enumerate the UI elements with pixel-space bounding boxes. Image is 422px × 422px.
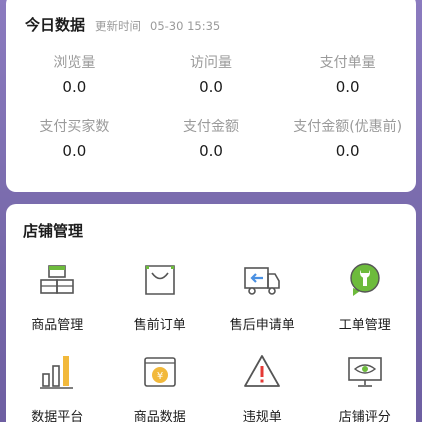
grid-item-label: 售后申请单	[229, 318, 295, 333]
data-platform-button[interactable]: 数据平台	[6, 348, 109, 422]
wrench-icon	[345, 260, 385, 300]
grid-row: 商品管理 售前订单 售后申请单 工单管理	[6, 256, 416, 348]
stat-value: 0.0	[62, 142, 87, 160]
grid-item-label: 数据平台	[31, 410, 84, 422]
shopping-bag-icon	[140, 260, 180, 300]
update-time-label: 更新时间	[95, 19, 142, 33]
shop-tools-grid: 商品管理 售前订单 售后申请单 工单管理 数据平台 ¥ 商品数据 违规单 店铺评…	[6, 256, 416, 422]
grid-item-label: 店铺评分	[338, 410, 391, 422]
stat-value: 0.0	[62, 78, 87, 96]
stat-label: 支付买家数	[39, 119, 110, 135]
product-management-button[interactable]: 商品管理	[6, 256, 109, 348]
update-time-value: 05-30 15:35	[150, 19, 221, 33]
work-order-management-button[interactable]: 工单管理	[314, 256, 417, 348]
stat-value: 0.0	[199, 78, 223, 96]
stat-label: 支付金额(优惠前)	[293, 119, 403, 135]
shop-management-card: 店铺管理 商品管理 售前订单 售后申请单 工单管理 数据平台 ¥ 商品数据 违规…	[6, 204, 416, 422]
stat-label: 支付金额	[183, 119, 239, 135]
shop-title: 店铺管理	[23, 222, 84, 240]
return-truck-icon	[242, 260, 282, 300]
stat-paying-buyers[interactable]: 支付买家数 0.0	[6, 116, 143, 180]
grid-row: 数据平台 ¥ 商品数据 违规单 店铺评分	[6, 348, 416, 422]
stat-label: 支付单量	[319, 55, 376, 71]
shop-rating-button[interactable]: 店铺评分	[314, 348, 417, 422]
grid-item-label: 工单管理	[338, 318, 391, 333]
stat-label: 浏览量	[53, 55, 96, 71]
stat-visits[interactable]: 访问量 0.0	[143, 52, 280, 116]
grid-item-label: 商品数据	[133, 410, 186, 422]
page: 今日数据 更新时间 05-30 15:35 浏览量 0.0 访问量 0.0 支付…	[0, 0, 422, 422]
violations-button[interactable]: 违规单	[211, 348, 314, 422]
after-sales-requests-button[interactable]: 售后申请单	[211, 256, 314, 348]
stats-row: 支付买家数 0.0 支付金额 0.0 支付金额(优惠前) 0.0	[6, 116, 416, 180]
stats-grid: 浏览量 0.0 访问量 0.0 支付单量 0.0 支付买家数 0.0 支付金额 …	[6, 52, 416, 180]
stat-label: 访问量	[190, 55, 232, 71]
yen-coin-icon: ¥	[140, 352, 180, 392]
grid-item-label: 违规单	[242, 410, 282, 422]
warning-icon	[242, 352, 282, 392]
stat-page-views[interactable]: 浏览量 0.0	[6, 52, 143, 116]
stat-paid-amount-before-discount[interactable]: 支付金额(优惠前) 0.0	[279, 116, 416, 180]
today-data-card: 今日数据 更新时间 05-30 15:35 浏览量 0.0 访问量 0.0 支付…	[6, 0, 416, 192]
today-header: 今日数据 更新时间 05-30 15:35	[25, 14, 220, 35]
stat-value: 0.0	[199, 142, 223, 160]
grid-item-label: 售前订单	[133, 318, 186, 333]
eye-monitor-icon	[345, 352, 385, 392]
stats-row: 浏览量 0.0 访问量 0.0 支付单量 0.0	[6, 52, 416, 116]
stat-paid-orders[interactable]: 支付单量 0.0	[279, 52, 416, 116]
presale-orders-button[interactable]: 售前订单	[109, 256, 212, 348]
stat-value: 0.0	[335, 78, 360, 96]
today-title: 今日数据	[25, 16, 86, 34]
stat-paid-amount[interactable]: 支付金额 0.0	[143, 116, 280, 180]
grid-item-label: 商品管理	[31, 318, 84, 333]
bar-chart-icon	[37, 352, 77, 392]
svg-text:¥: ¥	[157, 371, 163, 382]
stat-value: 0.0	[335, 142, 360, 160]
boxes-icon	[37, 260, 77, 300]
product-data-button[interactable]: ¥ 商品数据	[109, 348, 212, 422]
